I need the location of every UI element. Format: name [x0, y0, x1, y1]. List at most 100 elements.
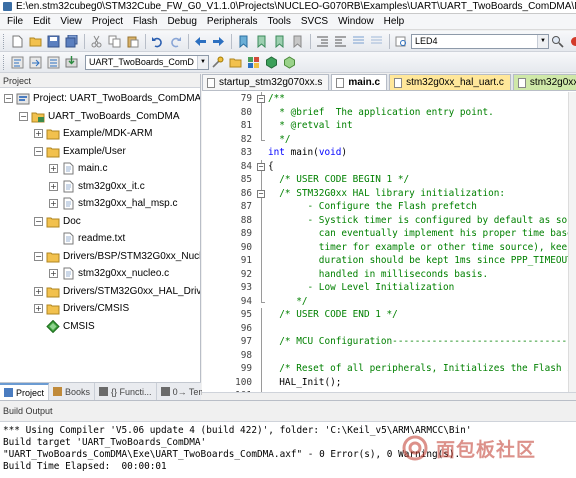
menu-help[interactable]: Help [379, 14, 410, 30]
undo-icon[interactable] [149, 33, 166, 50]
tree-item[interactable]: − UART_TwoBoards_ComDMA [19, 108, 180, 125]
unindent-icon[interactable] [332, 33, 349, 50]
pack-installer-icon[interactable] [263, 54, 280, 71]
menu-tools[interactable]: Tools [263, 14, 296, 30]
tree-item[interactable]: − Project: UART_TwoBoards_ComDMA [4, 90, 200, 107]
collapse-icon[interactable]: − [19, 111, 28, 121]
chevron-down-icon[interactable]: ▼ [537, 34, 548, 48]
code-text: */ [268, 295, 308, 307]
redo-icon[interactable] [167, 33, 184, 50]
menu-flash[interactable]: Flash [128, 14, 162, 30]
tree-item[interactable]: readme.txt [49, 230, 125, 247]
expand-icon[interactable]: + [34, 129, 43, 138]
copy-icon[interactable] [106, 33, 123, 50]
tree-item[interactable]: + main.c [49, 160, 107, 177]
editor-vertical-scrollbar[interactable] [568, 92, 576, 392]
fold-marker[interactable]: − [257, 92, 265, 106]
collapse-icon[interactable]: − [34, 146, 43, 156]
editor-bottom-splitter[interactable] [202, 392, 576, 400]
translate-icon[interactable] [9, 54, 26, 71]
expand-icon[interactable]: + [34, 286, 43, 296]
next-bookmark-icon[interactable] [271, 33, 288, 50]
code-line: 87 - Configure the Flash prefetch [202, 200, 576, 214]
download-icon[interactable] [63, 54, 80, 71]
paste-icon[interactable] [124, 33, 141, 50]
uncomment-icon[interactable] [368, 33, 385, 50]
fold-marker[interactable]: − [257, 186, 265, 200]
line-number: 83 [240, 147, 252, 158]
menu-file[interactable]: File [2, 14, 28, 30]
project-panel-title: Project [0, 74, 200, 88]
menu-peripherals[interactable]: Peripherals [202, 14, 263, 30]
previous-bookmark-icon[interactable] [253, 33, 270, 50]
tree-item[interactable]: + stm32g0xx_it.c [49, 178, 145, 195]
expand-icon[interactable]: + [34, 304, 43, 313]
editor-tab[interactable]: startup_stm32g070xx.s [202, 74, 330, 90]
toolbar-grip[interactable] [3, 54, 6, 70]
code-view[interactable]: 79−/** 80 * @brief The application entry … [202, 92, 576, 392]
fold-marker[interactable]: − [257, 159, 265, 173]
navigate-back-icon[interactable] [192, 33, 209, 50]
toolbar-grip[interactable] [3, 33, 6, 49]
collapse-icon[interactable]: − [34, 251, 43, 261]
load-icon[interactable] [227, 54, 244, 71]
tree-item[interactable]: CMSIS [34, 318, 95, 335]
tree-item[interactable]: − Example/User [34, 143, 126, 160]
tree-item[interactable]: + Example/MDK-ARM [34, 125, 152, 142]
tab-functions[interactable]: {} Functi... [95, 383, 157, 400]
tree-item[interactable]: + stm32g0xx_hal_msp.c [49, 195, 178, 212]
build-output-line: Build target 'UART_TwoBoards_ComDMA' [3, 437, 207, 448]
comment-icon[interactable] [350, 33, 367, 50]
menu-view[interactable]: View [55, 14, 87, 30]
open-folder-icon[interactable] [27, 33, 44, 50]
menu-project[interactable]: Project [87, 14, 128, 30]
expand-icon[interactable]: + [49, 199, 58, 208]
insert-bookmark-icon[interactable] [235, 33, 252, 50]
collapse-icon[interactable]: − [34, 216, 43, 226]
line-number: 82 [240, 133, 252, 145]
chevron-down-icon[interactable]: ▼ [197, 55, 208, 69]
file-icon [207, 77, 215, 88]
expand-icon[interactable]: + [49, 181, 58, 191]
manage-components-icon[interactable] [245, 54, 262, 71]
expand-icon[interactable]: + [49, 269, 58, 278]
editor-tab[interactable]: stm32g0xx_hal_uart.c [389, 74, 511, 90]
indent-icon[interactable] [314, 33, 331, 50]
tab-books[interactable]: Books [49, 383, 96, 400]
clear-bookmarks-icon[interactable] [289, 33, 306, 50]
new-file-icon[interactable] [9, 33, 26, 50]
file-icon [61, 162, 75, 175]
tree-item[interactable]: + Drivers/STM32G0xx_HAL_Driver [34, 283, 200, 300]
find-icon[interactable] [549, 33, 566, 50]
save-all-icon[interactable] [63, 33, 80, 50]
tree-item[interactable]: − Drivers/BSP/STM32G0xx_Nucleo [34, 248, 200, 265]
tree-item[interactable]: + stm32g0xx_nucleo.c [49, 265, 169, 282]
debug-stop-icon[interactable] [567, 33, 576, 50]
collapse-icon[interactable]: − [4, 94, 13, 103]
editor-tab[interactable]: main.c [331, 74, 388, 90]
tree-item[interactable]: + Drivers/CMSIS [34, 300, 129, 317]
tab-project[interactable]: Project [0, 383, 50, 400]
find-in-files-icon[interactable] [393, 33, 410, 50]
save-icon[interactable] [45, 33, 62, 50]
build-icon[interactable] [27, 54, 44, 71]
menu-svcs[interactable]: SVCS [296, 14, 333, 30]
file-icon [61, 180, 75, 193]
tree-item-label: Example/MDK-ARM [63, 128, 153, 139]
menu-debug[interactable]: Debug [162, 14, 201, 30]
code-line: 94 */ [202, 294, 576, 309]
select-packs-icon[interactable] [281, 54, 298, 71]
find-combo[interactable]: LED4 ▼ [411, 33, 549, 49]
find-combo-value: LED4 [415, 36, 438, 46]
code-text: /* USER CODE BEGIN 1 */ [268, 174, 410, 185]
menu-window[interactable]: Window [333, 14, 379, 30]
cut-icon[interactable] [88, 33, 105, 50]
rebuild-icon[interactable] [45, 54, 62, 71]
tree-item[interactable]: − Doc [34, 213, 81, 230]
menu-edit[interactable]: Edit [28, 14, 55, 30]
expand-icon[interactable]: + [49, 164, 58, 173]
project-target-select[interactable]: UART_TwoBoards_ComD ▼ [85, 54, 209, 70]
navigate-forward-icon[interactable] [210, 33, 227, 50]
editor-tab[interactable]: stm32g0xx_hal_d [512, 74, 576, 90]
target-options-icon[interactable] [209, 54, 226, 71]
